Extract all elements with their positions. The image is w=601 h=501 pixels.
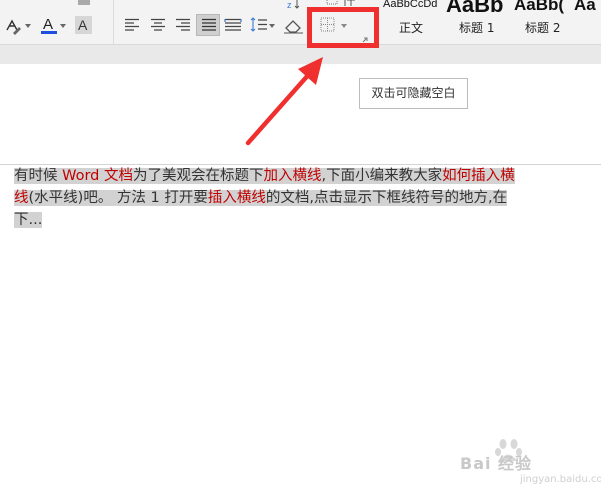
selected-text[interactable]: 下...	[14, 212, 43, 228]
char-shading-icon[interactable]	[77, 0, 91, 6]
line-spacing-icon[interactable]	[250, 17, 268, 33]
doc-line-2: 线(水平线)吧。 方法 1 打开要插入横线的文档,点击显示下框线符号的地方,在	[14, 187, 574, 209]
document-body[interactable]: 有时候 Word 文档为了美观会在标题下加入横线,下面小编来教大家如何插入横 线…	[14, 165, 574, 231]
justify-icon	[202, 18, 216, 31]
align-left-icon[interactable]	[124, 18, 140, 32]
highlight-color-icon[interactable]	[4, 17, 24, 35]
style-preview-heading3[interactable]: Aa	[574, 0, 601, 15]
style-name-heading1[interactable]: 标题 1	[459, 19, 494, 36]
eraser-icon[interactable]	[284, 16, 304, 34]
red-arrow-pointer	[245, 57, 323, 146]
group-separator	[113, 0, 114, 44]
linked-term[interactable]: 线	[14, 190, 29, 206]
font-color-dropdown-icon[interactable]	[60, 24, 67, 29]
svg-text:A: A	[43, 16, 53, 33]
linked-term[interactable]: Word 文档	[62, 168, 133, 184]
borders-top-icon[interactable]	[326, 0, 338, 5]
text-run: 有时候	[14, 168, 63, 184]
svg-text:A: A	[78, 17, 88, 33]
watermark-text: Bai 经验	[460, 454, 533, 473]
text-run: (水平线)吧。 方法 1 打开要	[28, 190, 208, 206]
font-color-icon[interactable]: A	[41, 15, 57, 35]
linked-term[interactable]: 如何插入横	[442, 168, 515, 184]
style-preview-heading2[interactable]: AaBb(	[514, 0, 570, 15]
highlight-dropdown-icon[interactable]	[25, 24, 32, 29]
style-preview-normal[interactable]: AaBbCcDd	[383, 0, 443, 10]
show-marks-icon[interactable]	[343, 0, 359, 7]
style-preview-heading1[interactable]: AaBb	[446, 0, 512, 18]
justify-button[interactable]	[196, 14, 220, 36]
tooltip-hide-whitespace: 双击可隐藏空白	[359, 78, 468, 109]
style-name-normal[interactable]: 正文	[399, 19, 423, 36]
character-shading-icon[interactable]: A	[75, 15, 93, 35]
doc-line-3: 下...	[14, 209, 574, 231]
svg-text:z: z	[287, 0, 292, 9]
linked-term[interactable]: 插入横线	[208, 190, 266, 206]
highlight-box	[307, 7, 379, 48]
doc-line-1: 有时候 Word 文档为了美观会在标题下加入横线,下面小编来教大家如何插入横	[14, 165, 574, 187]
text-run: 的文档,点击显示下框线符号的地方,在	[265, 190, 508, 206]
align-center-icon[interactable]	[150, 18, 166, 32]
watermark-url: jingyan.baidu.com	[520, 474, 601, 485]
style-name-heading2[interactable]: 标题 2	[525, 19, 560, 36]
baidu-jingyan-watermark: Bai 经验 jingyan.baidu.com	[458, 434, 601, 492]
distributed-align-icon[interactable]	[224, 18, 242, 32]
selected-text[interactable]: 有时候 Word 文档为了美观会在标题下加入横线,下面小编来教大家如何插入横	[14, 168, 515, 184]
linked-term[interactable]: 加入横线	[264, 168, 322, 184]
selected-text[interactable]: 线(水平线)吧。 方法 1 打开要插入横线的文档,点击显示下框线符号的地方,在	[14, 190, 508, 206]
sort-icon[interactable]: z	[287, 0, 303, 9]
line-spacing-dropdown-icon[interactable]	[269, 24, 276, 29]
text-run: 下...	[14, 212, 43, 228]
text-run: 为了美观会在标题下	[133, 168, 264, 184]
text-run: ,下面小编来教大家	[321, 168, 443, 184]
align-right-icon[interactable]	[175, 18, 191, 32]
